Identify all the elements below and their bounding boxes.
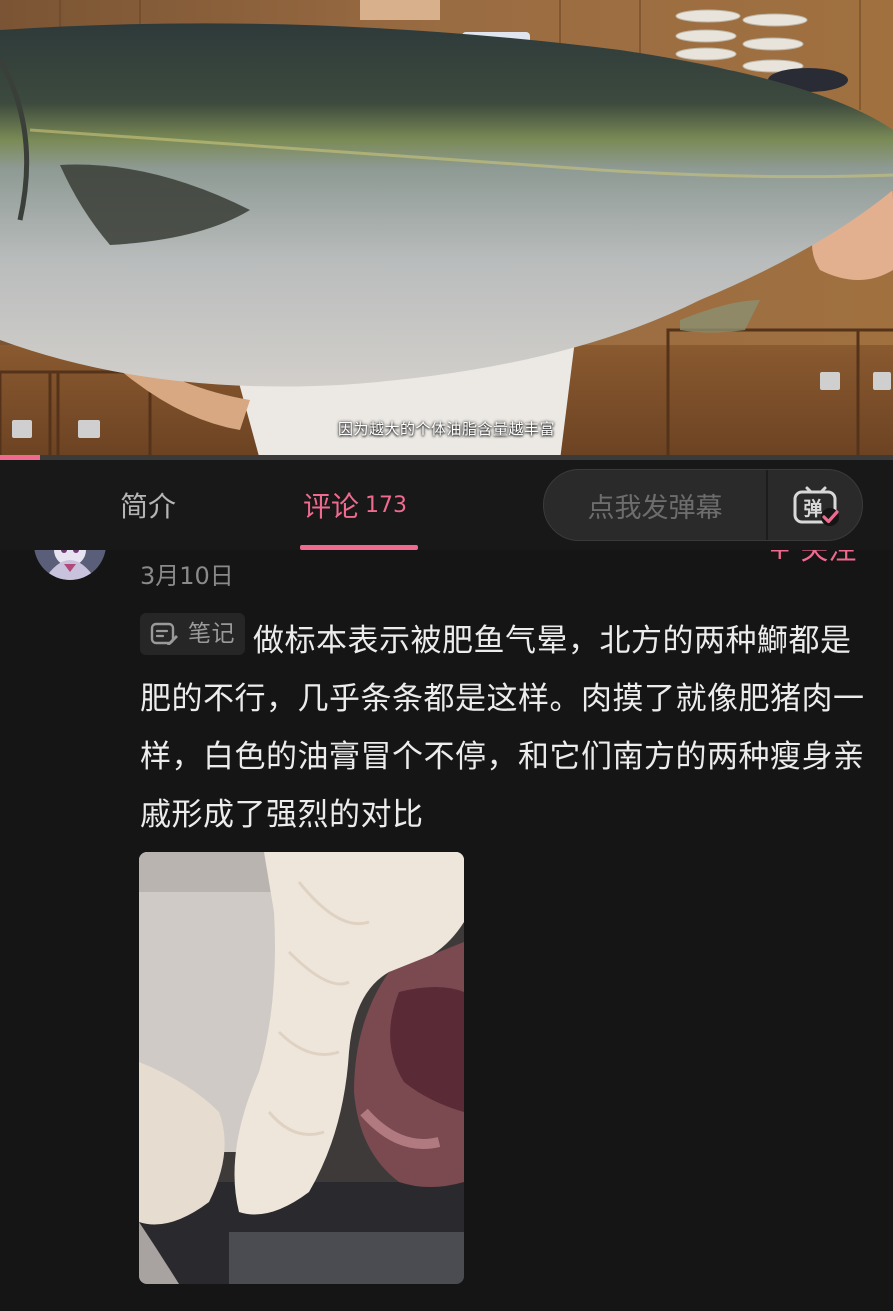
tab-intro[interactable]: 简介 [120,460,176,550]
follow-button[interactable]: + 关注 [768,550,856,568]
danmaku-toggle-button[interactable]: 弹 [768,470,862,540]
comment-text: 做标本表示被肥鱼气晕，北方的两种鰤都是肥的不行，几乎条条都是这样。肉摸了就像肥猪… [140,623,865,833]
comment-list: + 关注 3月10日 笔记做标本表示被肥鱼气晕，北方的两种鰤都是肥的不行，几乎条… [0,550,893,1311]
comment-text-block: 笔记 做标本表示被肥鱼气晕，北方的两种鰤都是肥的不行，几乎条条都是这样。肉摸了就像… [140,612,865,844]
avatar[interactable] [34,550,106,580]
danmaku-bar: 点我发弹幕 弹 [543,469,863,541]
video-subtitle: 因为越大的个体油脂含量越丰富 [337,420,555,438]
danmaku-toggle-icon: 弹 [793,486,839,526]
tab-intro-label: 简介 [120,490,177,523]
tab-comments[interactable]: 评论 173 [303,460,407,550]
note-edit-icon [150,622,178,645]
video-frame-fish [0,0,893,460]
fish-fillet-photo [139,852,464,1284]
tab-comments-count: 173 [365,492,408,518]
note-tag-label: 笔记 [188,621,235,647]
tab-comments-label: 评论 [303,490,360,523]
danmaku-icon-glyph: 弹 [803,497,822,520]
comment-image[interactable] [139,852,464,1284]
note-tag[interactable]: 笔记 [140,613,245,655]
danmaku-input[interactable]: 点我发弹幕 [544,470,766,540]
video-player[interactable]: 因为越大的个体油脂含量越丰富 [0,0,893,460]
comment-date: 3月10日 [140,562,234,590]
avatar-image [34,550,106,580]
